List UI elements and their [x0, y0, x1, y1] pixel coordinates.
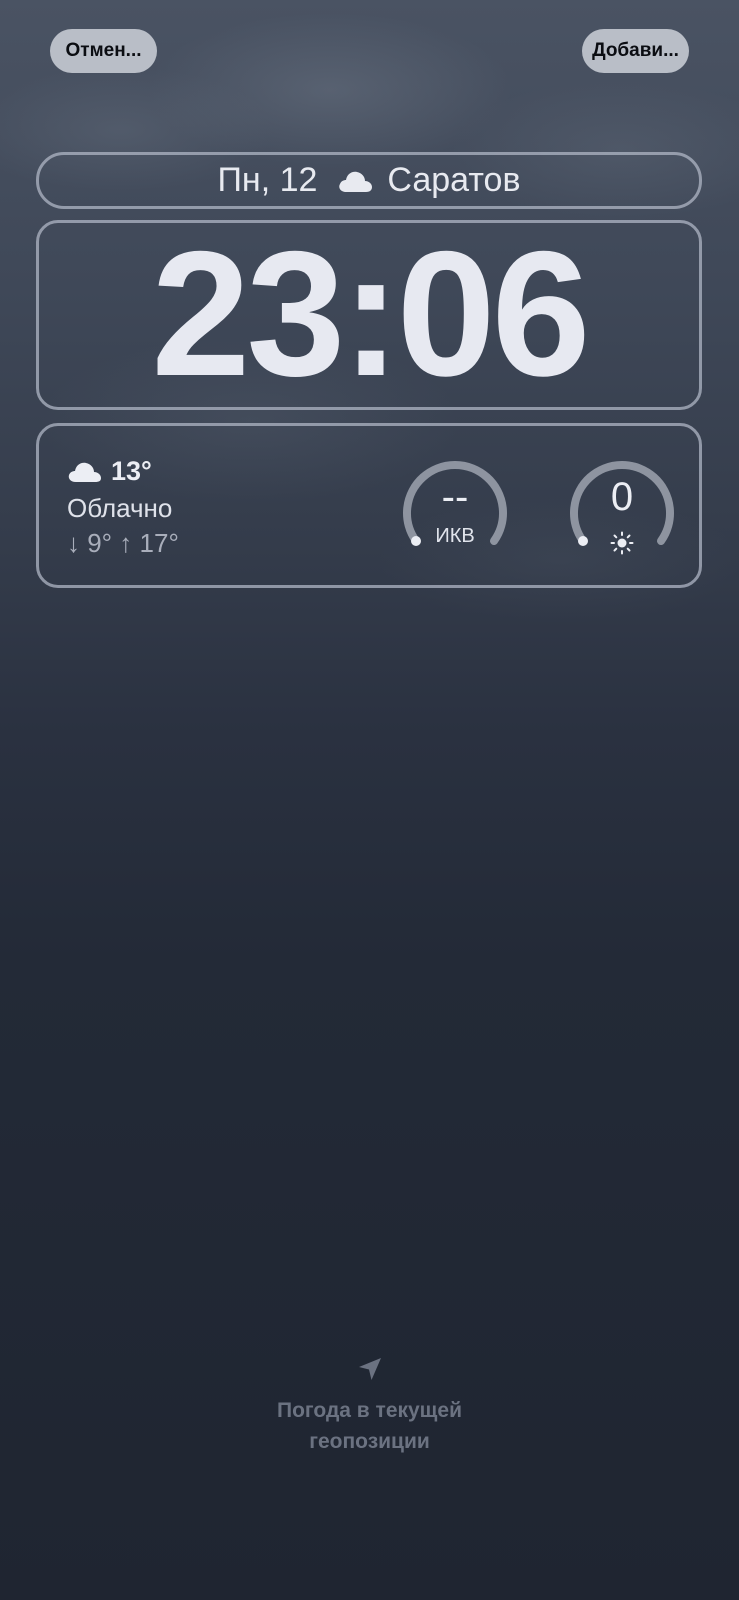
- widgets-area[interactable]: 13° Облачно ↓ 9° ↑ 17° -- ИКВ 0: [36, 423, 702, 588]
- date-weather-widget[interactable]: Пн, 12 Саратов: [36, 152, 702, 209]
- date-label: Пн, 12: [217, 161, 318, 199]
- location-text-line2: геопозиции: [309, 1430, 430, 1453]
- current-location-hint: Погода в текущей геопозиции: [0, 1356, 739, 1457]
- date-row: Пн, 12 Саратов: [39, 155, 699, 206]
- air-quality-gauge[interactable]: -- ИКВ: [399, 451, 511, 563]
- cloud-icon: [68, 462, 101, 482]
- uv-value: 0: [610, 475, 634, 519]
- weather-temp-range: ↓ 9° ↑ 17°: [67, 528, 179, 558]
- cloud-icon: [339, 171, 373, 192]
- weather-condition: Облачно: [67, 493, 173, 523]
- weather-widget[interactable]: 13° Облачно ↓ 9° ↑ 17°: [67, 456, 179, 559]
- sun-icon: [610, 531, 634, 555]
- location-arrow-icon: [358, 1358, 381, 1380]
- location-text-line1: Погода в текущей: [277, 1399, 462, 1422]
- city-label: Саратов: [387, 161, 521, 199]
- cancel-button[interactable]: Отмен...: [50, 29, 157, 73]
- uv-index-gauge[interactable]: 0: [566, 451, 678, 563]
- add-button[interactable]: Добави...: [582, 29, 689, 73]
- clock-widget[interactable]: 23:06: [36, 220, 702, 410]
- aqi-value: --: [441, 475, 469, 519]
- aqi-label: ИКВ: [435, 525, 475, 547]
- clock-time: 23:06: [151, 214, 590, 413]
- weather-temperature: 13°: [111, 456, 152, 486]
